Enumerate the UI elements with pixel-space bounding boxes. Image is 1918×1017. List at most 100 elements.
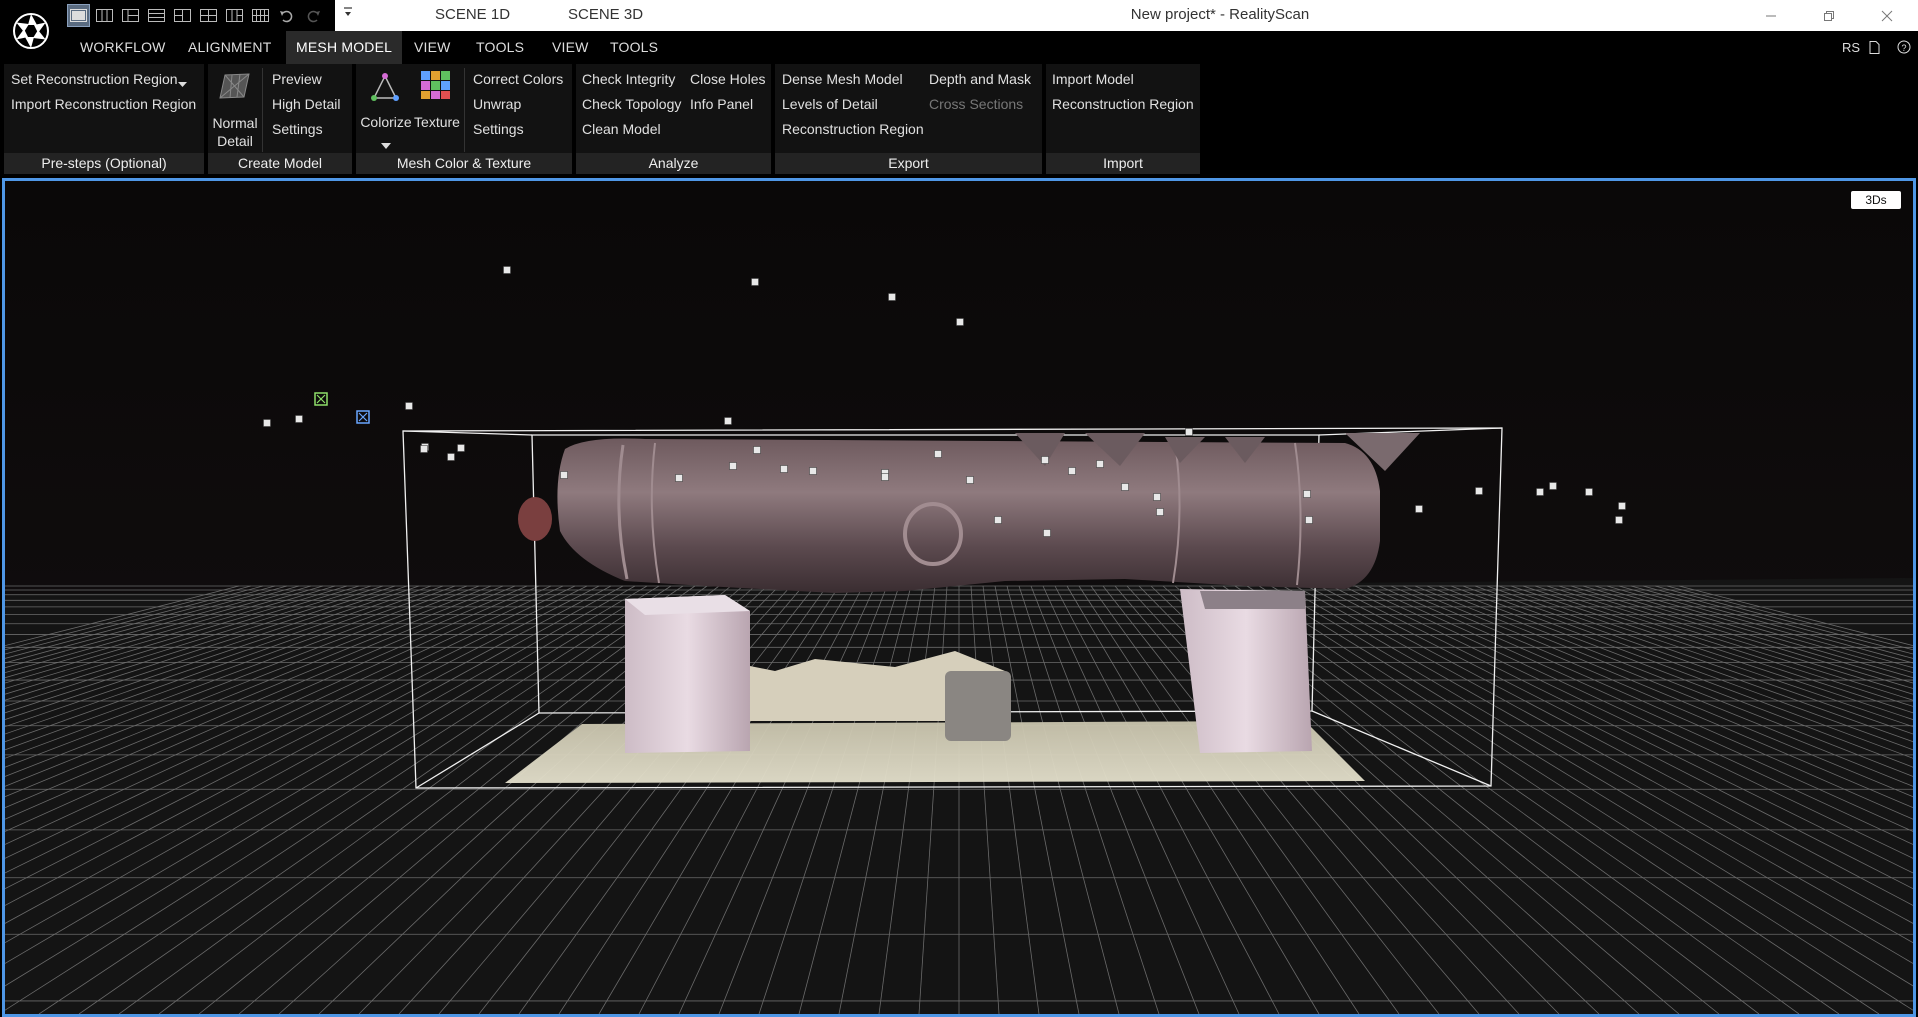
menu-mesh-model[interactable]: MESH MODEL bbox=[286, 31, 403, 64]
colorize-button[interactable]: Colorize bbox=[360, 114, 412, 130]
preview-button[interactable]: Preview bbox=[272, 71, 322, 87]
user-badge[interactable]: RS bbox=[1842, 40, 1860, 55]
camera-marker[interactable] bbox=[956, 318, 964, 326]
layout-8-icon[interactable] bbox=[249, 4, 272, 27]
camera-marker[interactable] bbox=[263, 419, 271, 427]
menu-view[interactable]: VIEW bbox=[404, 31, 461, 64]
svg-text:?: ? bbox=[1901, 43, 1906, 53]
camera-marker[interactable] bbox=[1043, 529, 1051, 537]
check-topology-button[interactable]: Check Topology bbox=[582, 96, 681, 112]
menu-view-2[interactable]: VIEW bbox=[542, 31, 599, 64]
camera-marker[interactable] bbox=[751, 278, 759, 286]
tab-scene-3d[interactable]: SCENE 3D bbox=[568, 6, 643, 23]
3d-viewport[interactable]: 3Ds bbox=[2, 178, 1916, 1017]
camera-marker[interactable] bbox=[724, 417, 732, 425]
export-reconstruction-region-button[interactable]: Reconstruction Region bbox=[782, 121, 924, 137]
camera-marker[interactable] bbox=[729, 462, 737, 470]
camera-marker[interactable] bbox=[1415, 505, 1423, 513]
camera-marker[interactable] bbox=[1549, 482, 1557, 490]
menu-alignment[interactable]: ALIGNMENT bbox=[178, 31, 281, 64]
texture-settings-button[interactable]: Settings bbox=[473, 121, 524, 137]
info-panel-button[interactable]: Info Panel bbox=[690, 96, 753, 112]
camera-marker[interactable] bbox=[1475, 487, 1483, 495]
camera-marker[interactable] bbox=[753, 446, 761, 454]
camera-marker[interactable] bbox=[457, 444, 465, 452]
chevron-down-icon[interactable] bbox=[343, 6, 353, 23]
document-icon[interactable] bbox=[1869, 41, 1880, 57]
close-icon[interactable] bbox=[1864, 0, 1910, 31]
camera-marker[interactable] bbox=[809, 467, 817, 475]
camera-marker[interactable] bbox=[1096, 460, 1104, 468]
camera-marker[interactable] bbox=[888, 293, 896, 301]
camera-marker[interactable] bbox=[503, 266, 511, 274]
import-model-button[interactable]: Import Model bbox=[1052, 71, 1134, 87]
export-dense-mesh-model-button[interactable]: Dense Mesh Model bbox=[782, 71, 903, 87]
close-holes-button[interactable]: Close Holes bbox=[690, 71, 765, 87]
layout-4-icon[interactable] bbox=[145, 4, 168, 27]
camera-marker[interactable] bbox=[1068, 467, 1076, 475]
camera-marker[interactable] bbox=[966, 476, 974, 484]
redo-icon[interactable] bbox=[301, 4, 324, 27]
camera-marker[interactable] bbox=[1156, 508, 1164, 516]
correct-colors-button[interactable]: Correct Colors bbox=[473, 71, 563, 87]
camera-marker[interactable] bbox=[1305, 516, 1313, 524]
menu-tools[interactable]: TOOLS bbox=[466, 31, 534, 64]
layout-5-icon[interactable] bbox=[171, 4, 194, 27]
camera-marker[interactable] bbox=[1536, 488, 1544, 496]
set-reconstruction-region-button[interactable]: Set Reconstruction Region bbox=[11, 71, 178, 87]
import-reconstruction-region-button-2[interactable]: Reconstruction Region bbox=[1052, 96, 1194, 112]
ribbon: Set Reconstruction Region Import Reconst… bbox=[0, 64, 1918, 176]
minimize-icon[interactable] bbox=[1748, 0, 1794, 31]
camera-marker[interactable] bbox=[1153, 493, 1161, 501]
camera-marker[interactable] bbox=[1585, 488, 1593, 496]
camera-marker[interactable] bbox=[405, 402, 413, 410]
layout-2-icon[interactable] bbox=[93, 4, 116, 27]
view-mode-badge[interactable]: 3Ds bbox=[1851, 191, 1901, 209]
colorize-icon[interactable] bbox=[370, 72, 400, 105]
unwrap-button[interactable]: Unwrap bbox=[473, 96, 521, 112]
layout-1-icon[interactable] bbox=[67, 4, 90, 27]
camera-marker[interactable] bbox=[420, 445, 428, 453]
export-cross-sections-button: Cross Sections bbox=[929, 96, 1024, 112]
tab-scene-1d[interactable]: SCENE 1D bbox=[435, 6, 510, 23]
high-detail-button[interactable]: High Detail bbox=[272, 96, 340, 112]
camera-marker[interactable] bbox=[881, 473, 889, 481]
export-depth-and-mask-button[interactable]: Depth and Mask bbox=[929, 71, 1031, 87]
restore-icon[interactable] bbox=[1806, 0, 1852, 31]
texture-icon[interactable] bbox=[420, 70, 452, 103]
chevron-down-icon[interactable] bbox=[381, 137, 391, 153]
camera-marker[interactable] bbox=[1121, 483, 1129, 491]
camera-marker[interactable] bbox=[934, 450, 942, 458]
undo-icon[interactable] bbox=[275, 4, 298, 27]
check-integrity-button[interactable]: Check Integrity bbox=[582, 71, 675, 87]
layout-7-icon[interactable] bbox=[223, 4, 246, 27]
camera-marker[interactable] bbox=[1615, 516, 1623, 524]
menu-tools-2[interactable]: TOOLS bbox=[600, 31, 668, 64]
ribbon-divider bbox=[262, 68, 263, 152]
3d-scene[interactable] bbox=[5, 181, 1913, 1014]
camera-marker[interactable] bbox=[560, 471, 568, 479]
help-icon[interactable]: ? bbox=[1897, 40, 1911, 57]
camera-marker[interactable] bbox=[994, 516, 1002, 524]
camera-marker[interactable] bbox=[1618, 502, 1626, 510]
layout-3-icon[interactable] bbox=[119, 4, 142, 27]
camera-marker[interactable] bbox=[295, 415, 303, 423]
export-levels-of-detail-button[interactable]: Levels of Detail bbox=[782, 96, 878, 112]
menu-workflow[interactable]: WORKFLOW bbox=[70, 31, 176, 64]
camera-marker[interactable] bbox=[1185, 428, 1193, 436]
normal-detail-label-line2[interactable]: Detail bbox=[210, 133, 260, 149]
texture-button[interactable]: Texture bbox=[412, 114, 462, 130]
camera-marker[interactable] bbox=[1303, 490, 1311, 498]
import-reconstruction-region-button[interactable]: Import Reconstruction Region bbox=[11, 96, 196, 112]
chevron-down-icon[interactable] bbox=[178, 75, 187, 91]
normal-detail-label-line1[interactable]: Normal bbox=[210, 115, 260, 131]
camera-marker[interactable] bbox=[447, 453, 455, 461]
realityscan-aperture-icon[interactable] bbox=[0, 0, 62, 63]
camera-marker[interactable] bbox=[675, 474, 683, 482]
camera-marker[interactable] bbox=[780, 465, 788, 473]
clean-model-button[interactable]: Clean Model bbox=[582, 121, 661, 137]
normal-detail-mesh-icon[interactable] bbox=[218, 72, 252, 103]
camera-marker[interactable] bbox=[1041, 456, 1049, 464]
layout-6-icon[interactable] bbox=[197, 4, 220, 27]
create-model-settings-button[interactable]: Settings bbox=[272, 121, 323, 137]
